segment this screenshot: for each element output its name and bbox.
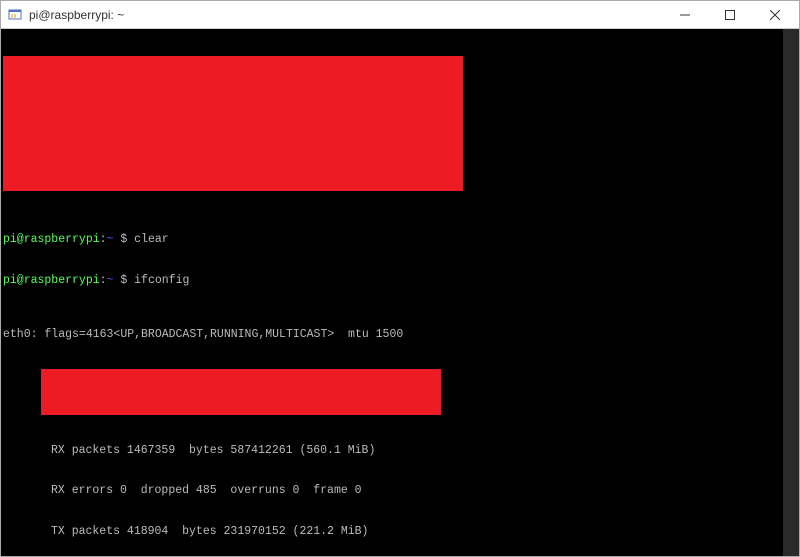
command-text: ifconfig [134, 274, 189, 287]
maximize-button[interactable] [707, 1, 752, 28]
minimize-button[interactable] [662, 1, 707, 28]
prompt-line: pi@raspberrypi:~ $ ifconfig [1, 274, 799, 288]
window-controls [662, 1, 797, 28]
prompt-line: pi@raspberrypi:~ $ clear [1, 233, 799, 247]
close-button[interactable] [752, 1, 797, 28]
window-title: pi@raspberrypi: ~ [29, 8, 662, 22]
prompt-user: pi@raspberrypi [3, 274, 100, 287]
prompt-user: pi@raspberrypi [3, 233, 100, 246]
redacted-block [41, 369, 441, 415]
putty-window: pi@raspberrypi: ~ pi@raspberrypi:~ $ cle… [0, 0, 800, 557]
terminal-viewport[interactable]: pi@raspberrypi:~ $ clear pi@raspberrypi:… [1, 29, 799, 556]
output-line: RX packets 1467359 bytes 587412261 (560.… [1, 444, 799, 458]
ifconfig-eth0-header: eth0: flags=4163<UP,BROADCAST,RUNNING,MU… [1, 328, 799, 342]
titlebar[interactable]: pi@raspberrypi: ~ [1, 1, 799, 29]
app-icon [7, 7, 23, 23]
prompt-path: ~ [107, 274, 114, 287]
redacted-block [3, 56, 463, 191]
command-text: clear [134, 233, 169, 246]
output-line: TX packets 418904 bytes 231970152 (221.2… [1, 525, 799, 539]
scrollbar[interactable] [783, 29, 799, 556]
prompt-path: ~ [107, 233, 114, 246]
output-line: RX errors 0 dropped 485 overruns 0 frame… [1, 484, 799, 498]
